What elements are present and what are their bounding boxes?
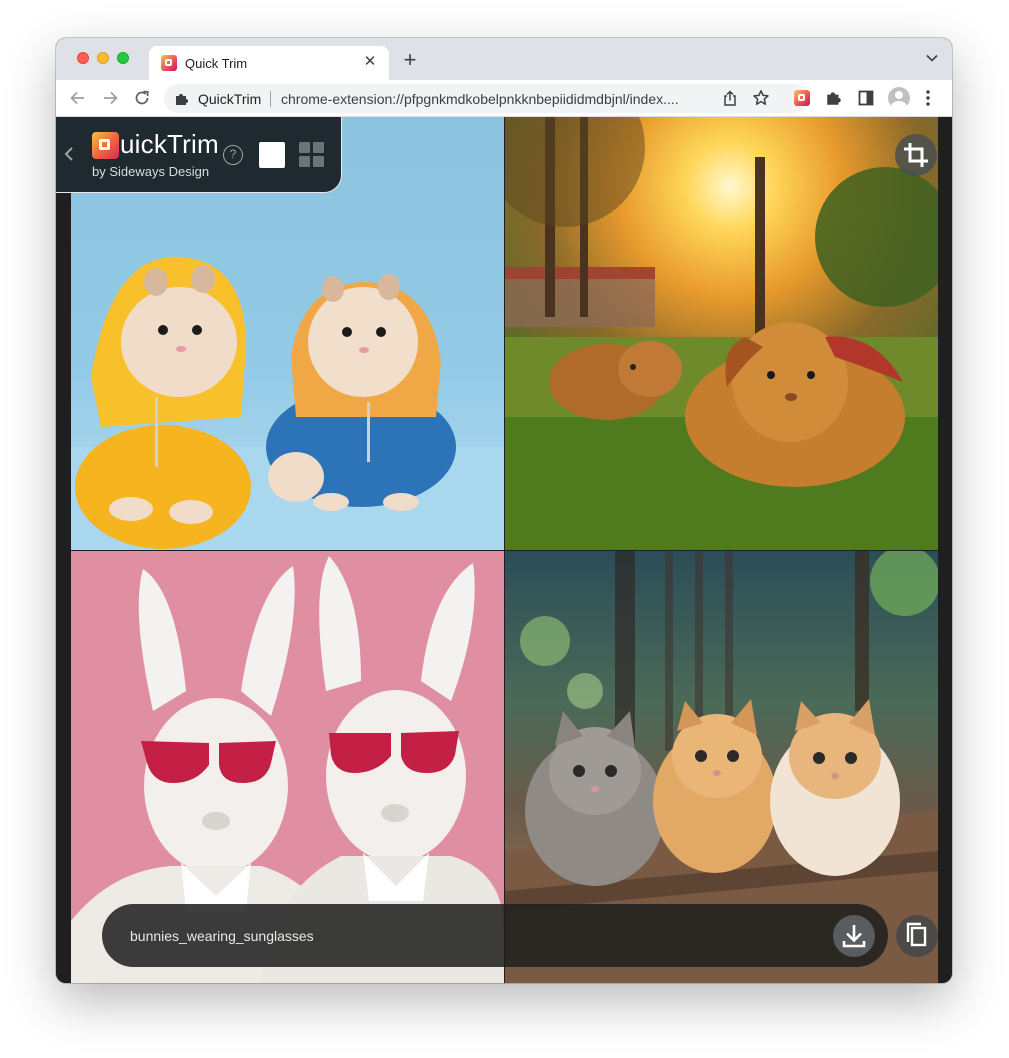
tab-quick-trim[interactable]: Quick Trim ✕	[149, 46, 389, 80]
grid-cell-icon	[313, 142, 324, 153]
minimize-window-button[interactable]	[97, 52, 109, 64]
back-arrow-icon[interactable]	[68, 88, 88, 108]
quicktrim-favicon-icon	[161, 55, 177, 71]
copy-button[interactable]	[896, 915, 938, 957]
image-grid: bunnies_wearing_sunglasses	[71, 117, 938, 983]
quicktrim-app: bunnies_wearing_sunglasses uickTrim by S…	[56, 117, 952, 983]
extensions-puzzle-icon[interactable]	[825, 89, 843, 107]
app-logo-text: uickTrim	[120, 129, 219, 159]
filename-label: bunnies_wearing_sunglasses	[130, 928, 314, 944]
bunnies-grass-illustration	[505, 117, 938, 550]
forward-arrow-icon[interactable]	[100, 88, 120, 108]
crop-button[interactable]	[895, 134, 937, 176]
quicktrim-extension-icon[interactable]	[794, 90, 810, 106]
grid-view-button[interactable]	[299, 142, 325, 168]
browser-toolbar: QuickTrim chrome-extension://pfpgnkmdkob…	[56, 80, 952, 117]
download-button[interactable]	[833, 915, 875, 957]
reload-icon[interactable]	[132, 88, 152, 108]
kebab-menu-icon[interactable]	[926, 90, 930, 106]
new-tab-button[interactable]: +	[400, 49, 420, 71]
grid-cell-icon	[299, 142, 310, 153]
browser-window: Quick Trim ✕ + QuickTrim chrome-extensio…	[56, 38, 952, 983]
share-icon[interactable]	[722, 90, 738, 107]
side-panel-icon[interactable]	[858, 90, 874, 106]
crop-icon	[904, 143, 928, 167]
maximize-window-button[interactable]	[117, 52, 129, 64]
grid-cell-icon	[299, 156, 310, 167]
chevron-down-icon[interactable]	[926, 54, 938, 62]
quicktrim-logo-icon	[92, 132, 119, 159]
tab-close-icon[interactable]: ✕	[361, 53, 379, 71]
url-text[interactable]: chrome-extension://pfpgnkmdkobelpnkknbep…	[281, 91, 679, 107]
single-view-button[interactable]	[259, 142, 285, 168]
image-bunnies-grass[interactable]	[505, 117, 938, 550]
close-window-button[interactable]	[77, 52, 89, 64]
tab-title: Quick Trim	[185, 56, 248, 71]
grid-cell-icon	[313, 156, 324, 167]
profile-avatar[interactable]	[888, 87, 910, 109]
app-byline: by Sideways Design	[92, 164, 210, 179]
download-icon	[842, 925, 866, 948]
address-separator	[270, 91, 271, 107]
puzzle-piece-icon	[176, 94, 188, 105]
filename-bar: bunnies_wearing_sunglasses	[102, 904, 888, 967]
help-icon[interactable]: ?	[223, 145, 243, 165]
address-bar[interactable]: QuickTrim chrome-extension://pfpgnkmdkob…	[164, 84, 808, 113]
bookmark-star-icon[interactable]	[752, 89, 770, 107]
quicktrim-header-panel: uickTrim by Sideways Design ?	[56, 117, 342, 193]
tab-strip: Quick Trim ✕ +	[56, 38, 952, 80]
collapse-chevron-icon[interactable]	[64, 147, 74, 161]
copy-icon	[906, 922, 927, 947]
extension-name: QuickTrim	[198, 91, 262, 107]
